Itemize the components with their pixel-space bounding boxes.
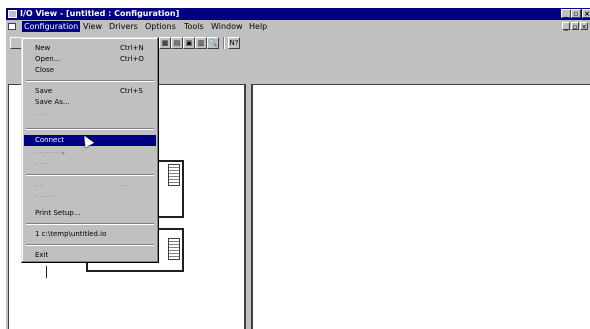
menu-separator bbox=[26, 244, 154, 246]
document-restore-button[interactable]: ▫ bbox=[571, 22, 579, 31]
module-slot-icon bbox=[168, 238, 180, 260]
menu-item-label: Exit bbox=[35, 251, 49, 259]
menu-item-save[interactable]: Save Ctrl+S bbox=[25, 86, 155, 97]
menu-item-label: Save As... bbox=[35, 98, 70, 106]
menu-separator bbox=[26, 223, 154, 225]
menu-item-disabled: ········· bbox=[35, 182, 132, 190]
restore-button[interactable]: ▫ bbox=[571, 9, 581, 18]
menu-separator bbox=[26, 128, 154, 130]
configuration-menu: New Ctrl+N Open... Ctrl+O Close Save Ctr… bbox=[21, 37, 159, 263]
zoom-icon[interactable]: 🔍 bbox=[207, 37, 219, 49]
menu-drivers[interactable]: Drivers bbox=[107, 21, 140, 32]
menu-item-label: Save bbox=[35, 87, 53, 95]
menu-tools[interactable]: Tools bbox=[182, 21, 206, 32]
document-icon[interactable] bbox=[8, 23, 16, 30]
menu-item-shortcut: Ctrl+O bbox=[120, 55, 144, 63]
menu-item-label: Close bbox=[35, 66, 55, 74]
window-title: I/O View - [untitled : Configuration] bbox=[20, 9, 180, 18]
document-minimize-button[interactable]: _ bbox=[562, 22, 570, 31]
menu-window[interactable]: Window bbox=[209, 21, 245, 32]
menu-item-exit[interactable]: Exit bbox=[25, 250, 155, 261]
menu-item-new[interactable]: New Ctrl+N bbox=[25, 43, 155, 54]
menu-separator bbox=[26, 174, 154, 176]
app-icon[interactable] bbox=[8, 10, 17, 18]
menu-item-save-as[interactable]: Save As... bbox=[25, 97, 155, 108]
menu-item-label: Print Setup... bbox=[35, 209, 81, 217]
help-icon[interactable]: N? bbox=[228, 37, 240, 49]
connection-line bbox=[46, 266, 47, 278]
menu-item-disabled: ········· bbox=[35, 193, 56, 201]
module-slot-icon bbox=[168, 164, 180, 186]
menu-item-label: Connect bbox=[35, 136, 64, 144]
menu-item-open[interactable]: Open... Ctrl+O bbox=[25, 54, 155, 65]
menu-item-disabled: ··········· ▸ bbox=[35, 149, 66, 157]
menu-item-shortcut: Ctrl+S bbox=[120, 87, 143, 95]
module-icon[interactable]: ▥ bbox=[195, 37, 207, 49]
menu-item-shortcut: Ctrl+N bbox=[120, 44, 144, 52]
menu-item-label: New bbox=[35, 44, 51, 52]
menu-configuration[interactable]: Configuration bbox=[22, 21, 81, 32]
menu-separator bbox=[26, 80, 154, 82]
chart-icon[interactable]: ▤ bbox=[171, 37, 183, 49]
toolbar-separator bbox=[223, 37, 225, 49]
detail-pane[interactable] bbox=[251, 84, 590, 329]
menu-item-print-setup[interactable]: Print Setup... bbox=[25, 208, 155, 219]
close-button[interactable]: × bbox=[582, 9, 590, 18]
menu-help[interactable]: Help bbox=[247, 21, 269, 32]
menu-item-disabled: ····· bbox=[35, 111, 47, 119]
minimize-button[interactable]: _ bbox=[561, 9, 571, 18]
menu-item-label: Open... bbox=[35, 55, 61, 63]
menu-item-close[interactable]: Close bbox=[25, 65, 155, 76]
menu-bar: Configuration View Drivers Options Tools… bbox=[6, 20, 590, 33]
menu-options[interactable]: Options bbox=[143, 21, 178, 32]
menu-item-label: 1 c:\temp\untitled.io bbox=[35, 230, 107, 238]
document-close-button[interactable]: × bbox=[580, 22, 588, 31]
window-icon[interactable]: ▣ bbox=[183, 37, 195, 49]
menu-item-recent-file[interactable]: 1 c:\temp\untitled.io bbox=[25, 229, 155, 240]
menu-view[interactable]: View bbox=[81, 21, 104, 32]
device-icon[interactable]: ▦ bbox=[159, 37, 171, 49]
menu-item-disabled: ······ bbox=[35, 160, 49, 168]
title-bar: I/O View - [untitled : Configuration] _ … bbox=[6, 8, 590, 20]
